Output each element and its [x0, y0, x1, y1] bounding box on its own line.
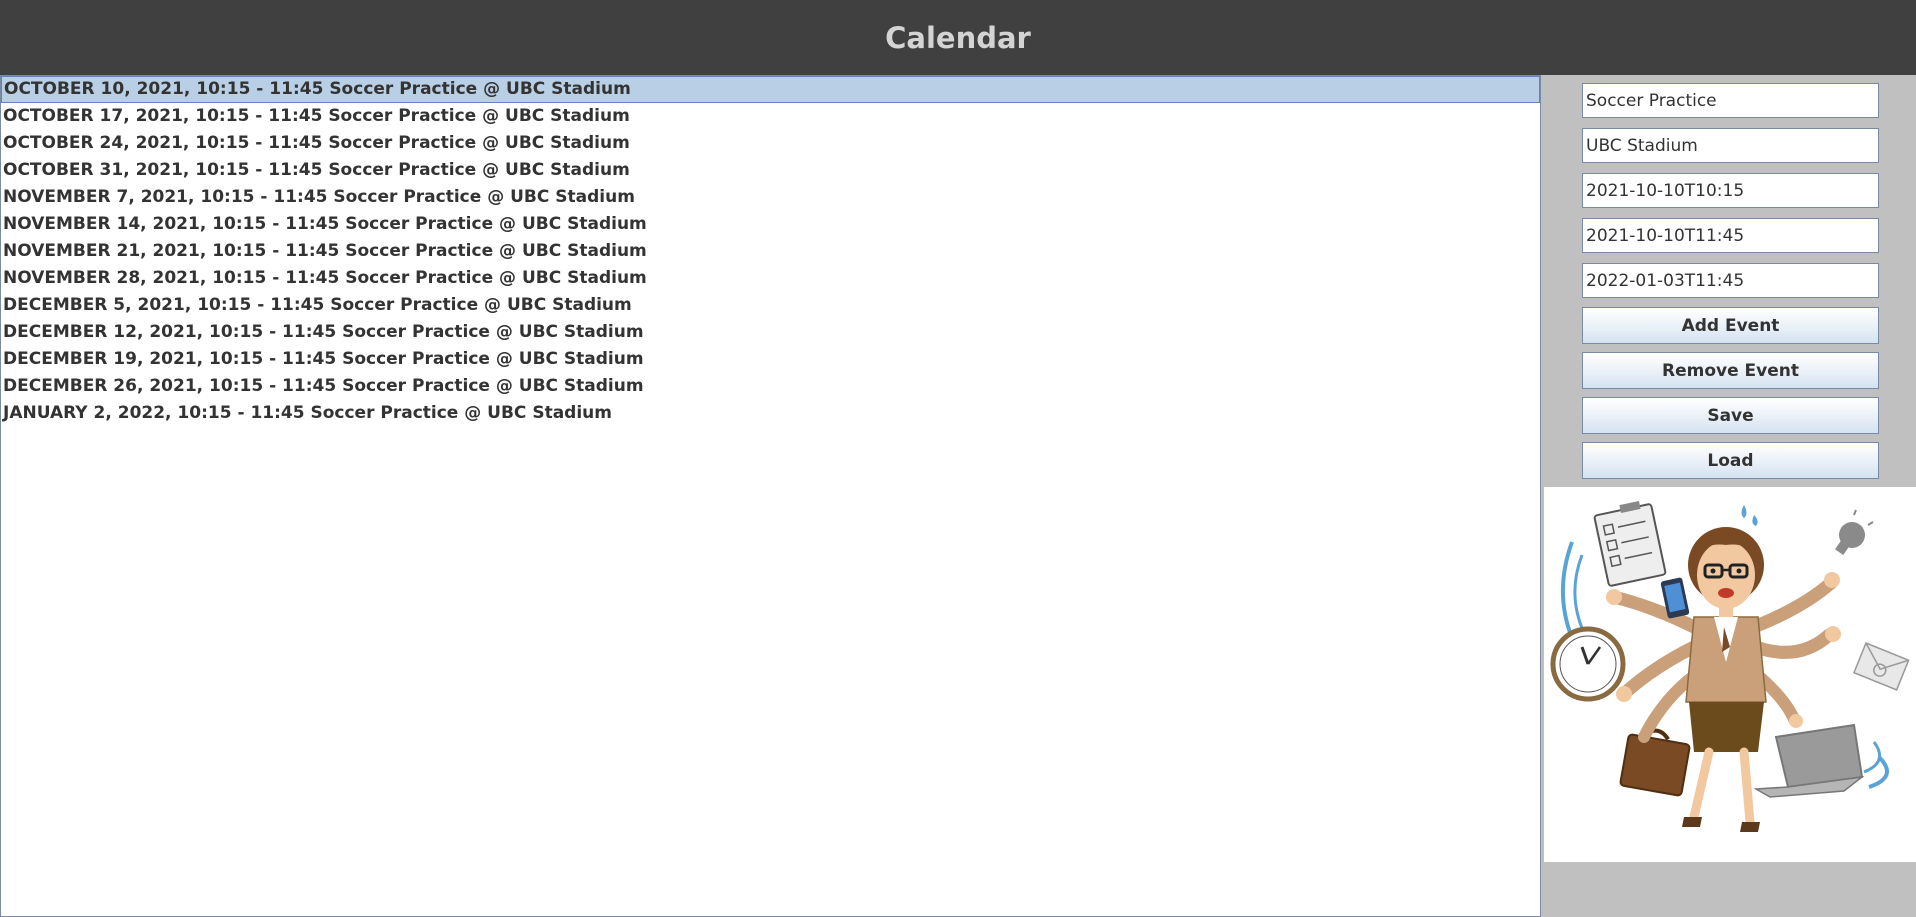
event-list-item[interactable]: DECEMBER 19, 2021, 10:15 - 11:45 Soccer …	[1, 346, 1540, 373]
busy-woman-illustration-svg	[1550, 501, 1910, 832]
event-list-item[interactable]: NOVEMBER 28, 2021, 10:15 - 11:45 Soccer …	[1, 265, 1540, 292]
load-button[interactable]: Load	[1582, 442, 1879, 479]
clock-icon	[1550, 626, 1626, 702]
add-event-button[interactable]: Add Event	[1582, 307, 1879, 344]
event-list-item[interactable]: DECEMBER 26, 2021, 10:15 - 11:45 Soccer …	[1, 373, 1540, 400]
busy-woman-illustration	[1544, 487, 1916, 862]
clipboard-icon	[1593, 501, 1667, 587]
envelope-icon	[1853, 642, 1910, 691]
briefcase-icon	[1619, 728, 1691, 797]
save-button[interactable]: Save	[1582, 397, 1879, 434]
event-list-item[interactable]: OCTOBER 31, 2021, 10:15 - 11:45 Soccer P…	[1, 157, 1540, 184]
side-panel: Add Event Remove Event Save Load	[1544, 75, 1916, 917]
lightbulb-icon	[1835, 509, 1874, 555]
start-time-field[interactable]	[1582, 173, 1879, 208]
event-list-item[interactable]: DECEMBER 5, 2021, 10:15 - 11:45 Soccer P…	[1, 292, 1540, 319]
event-list-item[interactable]: NOVEMBER 7, 2021, 10:15 - 11:45 Soccer P…	[1, 184, 1540, 211]
event-name-field[interactable]	[1582, 83, 1879, 118]
event-list-item[interactable]: NOVEMBER 14, 2021, 10:15 - 11:45 Soccer …	[1, 211, 1540, 238]
location-field[interactable]	[1582, 128, 1879, 163]
repeat-until-field[interactable]	[1582, 263, 1879, 298]
event-list-item[interactable]: NOVEMBER 21, 2021, 10:15 - 11:45 Soccer …	[1, 238, 1540, 265]
app-title-bar: Calendar	[0, 0, 1916, 75]
event-list-item[interactable]: OCTOBER 17, 2021, 10:15 - 11:45 Soccer P…	[1, 103, 1540, 130]
app-title: Calendar	[885, 20, 1031, 55]
remove-event-button[interactable]: Remove Event	[1582, 352, 1879, 389]
event-list[interactable]: OCTOBER 10, 2021, 10:15 - 11:45 Soccer P…	[0, 75, 1541, 917]
event-list-item[interactable]: OCTOBER 10, 2021, 10:15 - 11:45 Soccer P…	[1, 76, 1540, 103]
event-list-item[interactable]: DECEMBER 12, 2021, 10:15 - 11:45 Soccer …	[1, 319, 1540, 346]
laptop-icon	[1753, 723, 1865, 798]
event-list-item[interactable]: OCTOBER 24, 2021, 10:15 - 11:45 Soccer P…	[1, 130, 1540, 157]
end-time-field[interactable]	[1582, 218, 1879, 253]
event-list-item[interactable]: JANUARY 2, 2022, 10:15 - 11:45 Soccer Pr…	[1, 400, 1540, 427]
